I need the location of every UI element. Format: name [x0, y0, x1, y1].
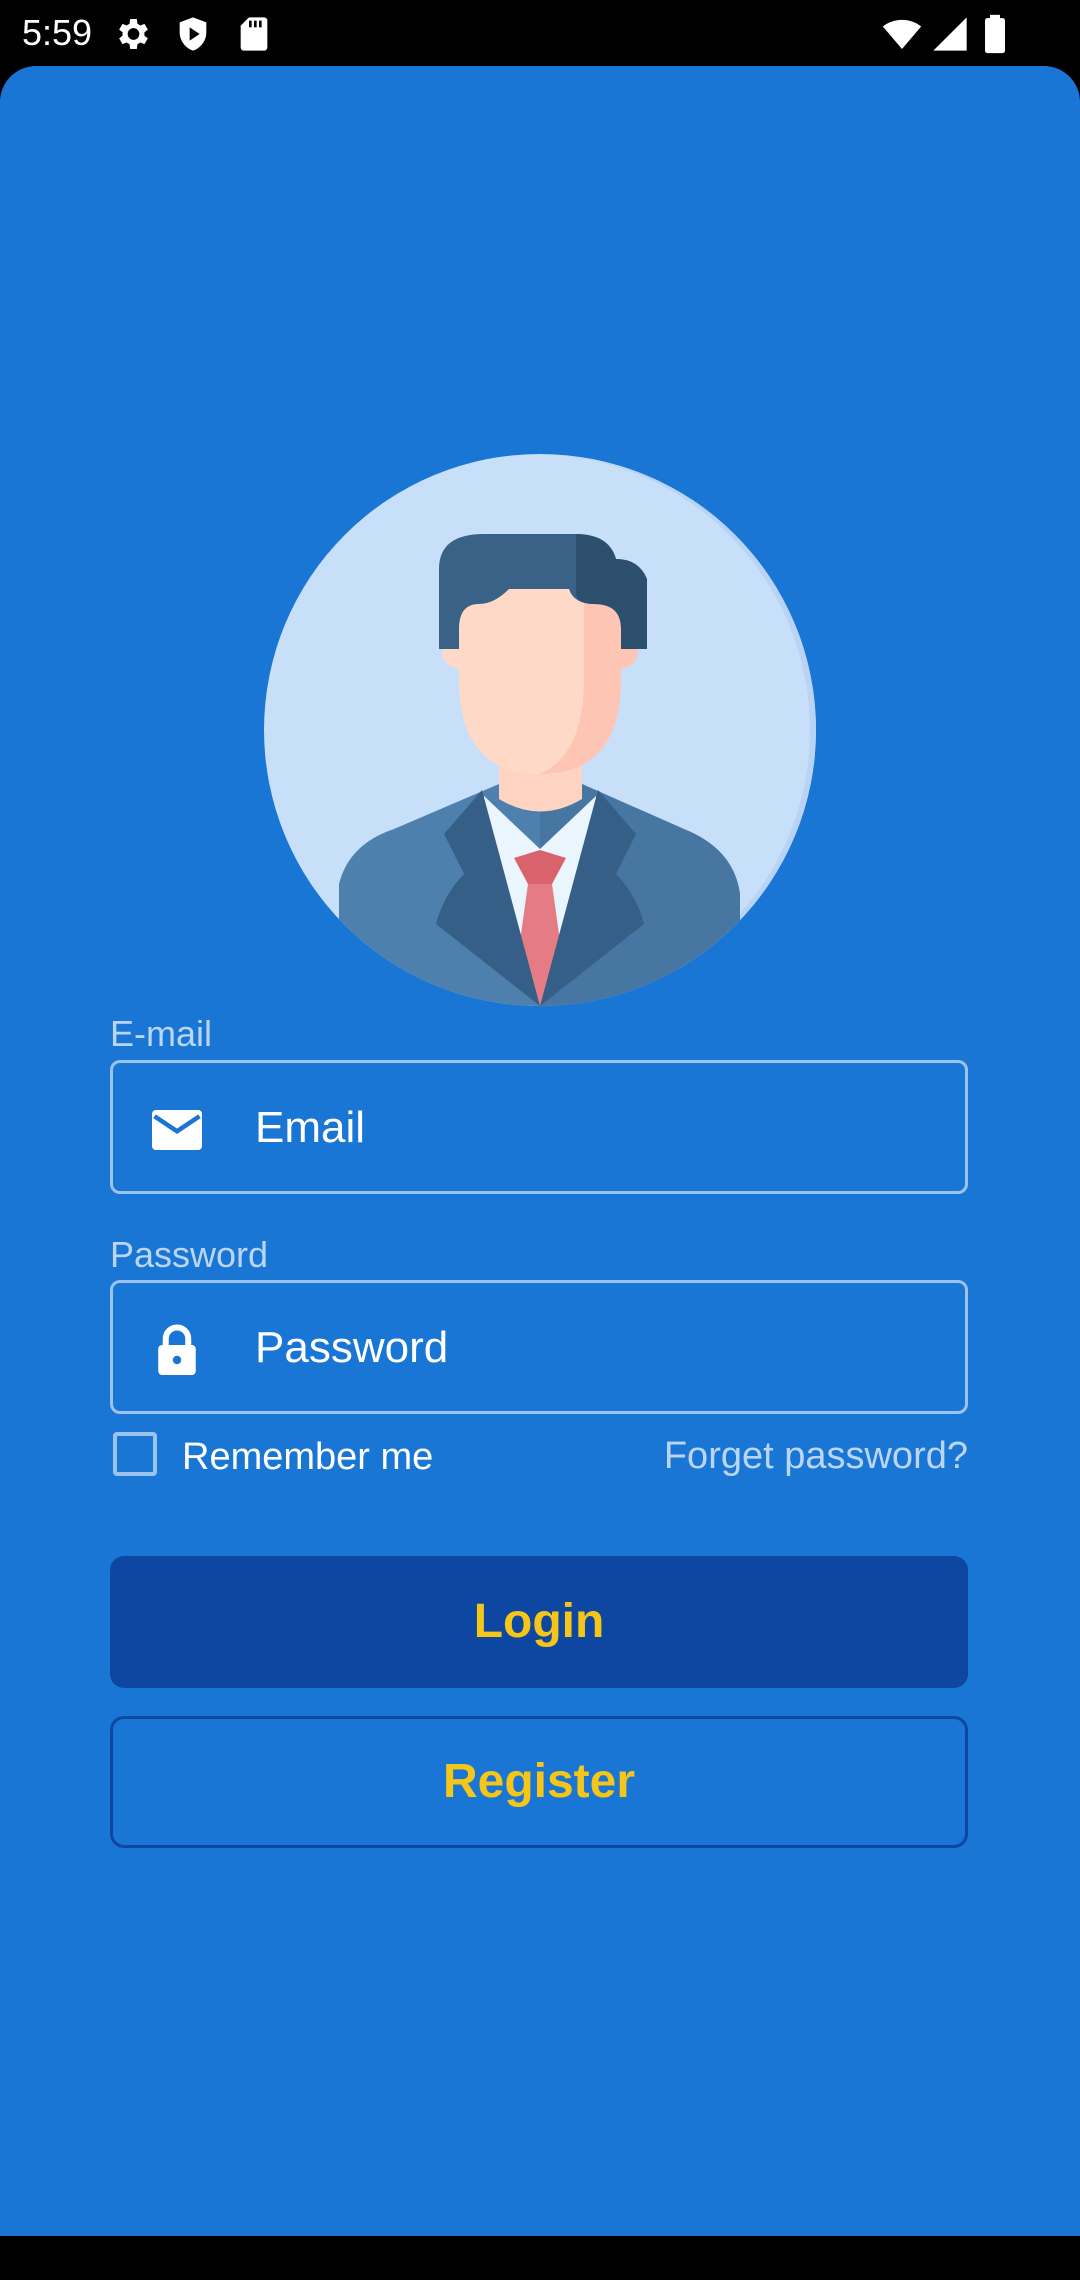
gear-icon [119, 19, 148, 49]
shield-play-icon [179, 17, 207, 51]
password-label: Password [110, 1234, 269, 1275]
wifi-icon [882, 19, 922, 49]
screen: 5:59 E-mail Email Password Password Reme… [0, 0, 1080, 2280]
email-field[interactable]: Email [110, 1060, 968, 1194]
remember-label[interactable]: Remember me [182, 1435, 433, 1479]
navigation-bar [0, 2236, 1080, 2280]
remember-checkbox[interactable] [113, 1432, 157, 1476]
status-bar: 5:59 [0, 0, 1080, 66]
lock-icon [158, 1324, 196, 1375]
password-field[interactable]: Password [110, 1280, 968, 1414]
email-label: E-mail [110, 1013, 213, 1054]
mail-icon [152, 1110, 202, 1150]
forgot-password-link[interactable]: Forget password? [664, 1434, 968, 1478]
register-button[interactable]: Register [110, 1716, 968, 1848]
login-button[interactable]: Login [110, 1556, 968, 1688]
password-placeholder: Password [255, 1323, 449, 1372]
businessman-avatar-icon [264, 454, 816, 1006]
battery-icon [985, 14, 1005, 54]
signal-icon [933, 17, 967, 51]
status-time: 5:59 [22, 12, 93, 53]
sd-card-icon [240, 17, 268, 51]
email-placeholder: Email [255, 1103, 366, 1152]
